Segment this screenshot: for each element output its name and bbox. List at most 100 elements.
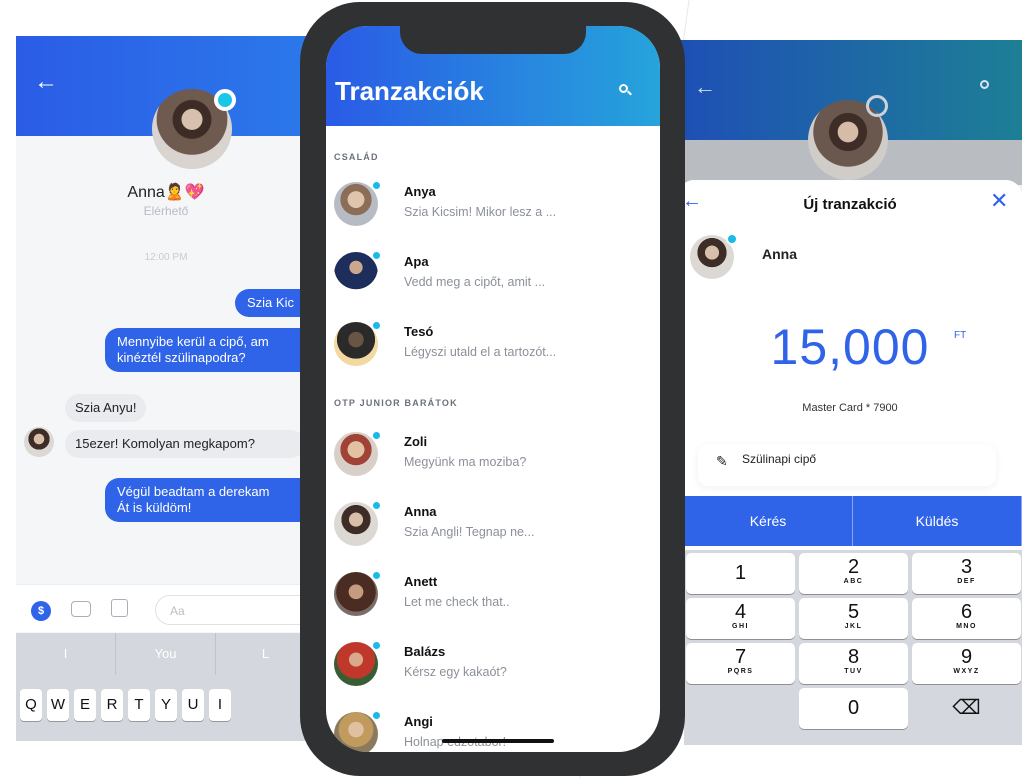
- key[interactable]: I: [209, 689, 231, 721]
- keypad-digit: 3: [960, 556, 973, 578]
- camera-icon[interactable]: [71, 601, 91, 617]
- key[interactable]: R: [101, 689, 123, 721]
- keypad-letters: JKL: [844, 623, 863, 630]
- keypad-letters: DEF: [957, 578, 976, 585]
- keypad-letters: PQRS: [727, 668, 754, 675]
- list-item[interactable]: Apa Vedd meg a cipőt, amit ...: [326, 250, 660, 312]
- list-item[interactable]: Angi Holnap edzotabor!: [326, 710, 660, 752]
- message-bubble: Szia Anyu!: [65, 394, 147, 422]
- search-icon[interactable]: [619, 84, 628, 93]
- back-arrow-icon[interactable]: ←: [694, 74, 716, 100]
- list-item[interactable]: Anett Let me check that..: [326, 570, 660, 632]
- list-item[interactable]: Anna Szia Angli! Tegnap ne...: [326, 500, 660, 562]
- message-input[interactable]: Aa: [155, 595, 316, 625]
- pencil-icon: ✎: [716, 453, 728, 469]
- online-indicator: [371, 250, 382, 261]
- contact-name: Balázs: [404, 644, 446, 659]
- empty-key: [686, 688, 795, 729]
- last-message: Let me check that..: [404, 595, 510, 609]
- last-message: Megyünk ma moziba?: [404, 455, 527, 469]
- keypad-key[interactable]: 6 MNO: [912, 598, 1021, 639]
- keypad-digit: 0: [847, 697, 860, 719]
- amount-display: 15,000: [770, 319, 930, 375]
- section-label: CSALÁD: [334, 152, 379, 162]
- online-indicator: [371, 500, 382, 511]
- keypad-digit: 2: [847, 556, 860, 578]
- suggestion[interactable]: I: [16, 633, 116, 675]
- key[interactable]: U: [182, 689, 204, 721]
- keypad-key[interactable]: 5 JKL: [799, 598, 908, 639]
- marketing-composite: ← Anna🙎💖 Elérhető 12:00 PM Szia Kic Menn…: [0, 0, 1024, 778]
- currency-label: FT: [954, 330, 967, 341]
- key[interactable]: T: [128, 689, 150, 721]
- card-label[interactable]: Master Card * 7900: [678, 402, 1022, 414]
- chat-screen: ← Anna🙎💖 Elérhető 12:00 PM Szia Kic Menn…: [16, 36, 316, 741]
- online-indicator: [866, 95, 888, 117]
- contact-name: Tesó: [404, 324, 434, 339]
- keyboard-suggestions: I You L: [16, 633, 316, 675]
- back-arrow-icon[interactable]: ←: [34, 70, 58, 94]
- key[interactable]: Y: [155, 689, 177, 721]
- contact-name: Anett: [404, 574, 438, 589]
- keypad-letters: ABC: [843, 578, 864, 585]
- request-button[interactable]: Kérés: [684, 496, 853, 546]
- list-item[interactable]: Tesó Légyszi utald el a tartozót...: [326, 320, 660, 382]
- online-indicator: [726, 233, 738, 245]
- online-indicator: [371, 570, 382, 581]
- list-item[interactable]: Zoli Megyünk ma moziba?: [326, 430, 660, 492]
- transaction-screen: ← ← Új tranzakció ✕ Anna 15,000 FT Maste…: [678, 40, 1022, 745]
- keypad-digit: 1: [734, 562, 747, 584]
- list-item[interactable]: Balázs Kérsz egy kakaót?: [326, 640, 660, 702]
- keypad-digit: 7: [734, 646, 747, 668]
- keypad-digit: 5: [847, 601, 860, 623]
- key[interactable]: W: [47, 689, 69, 721]
- keypad-digit: ⌫: [952, 697, 981, 719]
- keypad-key[interactable]: 9 WXYZ: [912, 643, 1021, 684]
- last-message: Kérsz egy kakaót?: [404, 665, 507, 679]
- key[interactable]: E: [74, 689, 96, 721]
- list-item[interactable]: Anya Szia Kicsim! Mikor lesz a ...: [326, 180, 660, 242]
- recipient-name: Anna: [762, 246, 797, 262]
- keypad-letters: TUV: [844, 668, 863, 675]
- keypad-digit: [686, 688, 795, 690]
- contact-name: Apa: [404, 254, 429, 269]
- payment-icon[interactable]: $: [31, 601, 51, 621]
- last-message: Szia Kicsim! Mikor lesz a ...: [404, 205, 557, 219]
- online-indicator: [371, 180, 382, 191]
- contact-name: Zoli: [404, 434, 428, 449]
- send-button[interactable]: Küldés: [853, 496, 1022, 546]
- last-message: Légyszi utald el a tartozót...: [404, 345, 557, 359]
- contact-name: Anya: [404, 184, 436, 199]
- image-icon[interactable]: [111, 599, 128, 617]
- keypad-key[interactable]: 2 ABC: [799, 553, 908, 594]
- online-indicator: [371, 710, 382, 721]
- keypad-key[interactable]: 4 GHI: [686, 598, 795, 639]
- online-indicator: [371, 640, 382, 651]
- key[interactable]: Q: [20, 689, 42, 721]
- last-message: Vedd meg a cipőt, amit ...: [404, 275, 546, 289]
- action-bar: Kérés Küldés: [684, 496, 1022, 546]
- online-indicator: [371, 320, 382, 331]
- backspace-key[interactable]: ⌫: [912, 688, 1021, 729]
- close-icon[interactable]: ✕: [990, 188, 1008, 214]
- contact-name: Angi: [404, 714, 433, 729]
- contact-name: Anna🙎💖: [127, 184, 205, 201]
- suggestion[interactable]: You: [116, 633, 216, 675]
- keypad-key[interactable]: 1: [686, 553, 795, 594]
- keypad-key[interactable]: 7 PQRS: [686, 643, 795, 684]
- contact-name: Anna: [404, 504, 437, 519]
- keypad-key[interactable]: 8 TUV: [799, 643, 908, 684]
- message-bubble: 15ezer! Komolyan megkapom?: [65, 430, 305, 458]
- sheet-title: Új tranzakció: [803, 196, 897, 213]
- keypad-letters: MNO: [956, 623, 977, 630]
- online-indicator: [371, 430, 382, 441]
- keypad-digit: 8: [847, 646, 860, 668]
- keypad-key[interactable]: 0: [799, 688, 908, 729]
- last-message: Szia Angli! Tegnap ne...: [404, 525, 535, 539]
- sender-avatar: [24, 427, 54, 457]
- phone-screen: Tranzakciók CSALÁD Anya Szia Kicsim! Mik…: [326, 26, 660, 752]
- home-indicator: [442, 739, 554, 743]
- message-time: 12:00 PM: [144, 252, 188, 263]
- search-icon[interactable]: [980, 80, 989, 89]
- keypad-key[interactable]: 3 DEF: [912, 553, 1021, 594]
